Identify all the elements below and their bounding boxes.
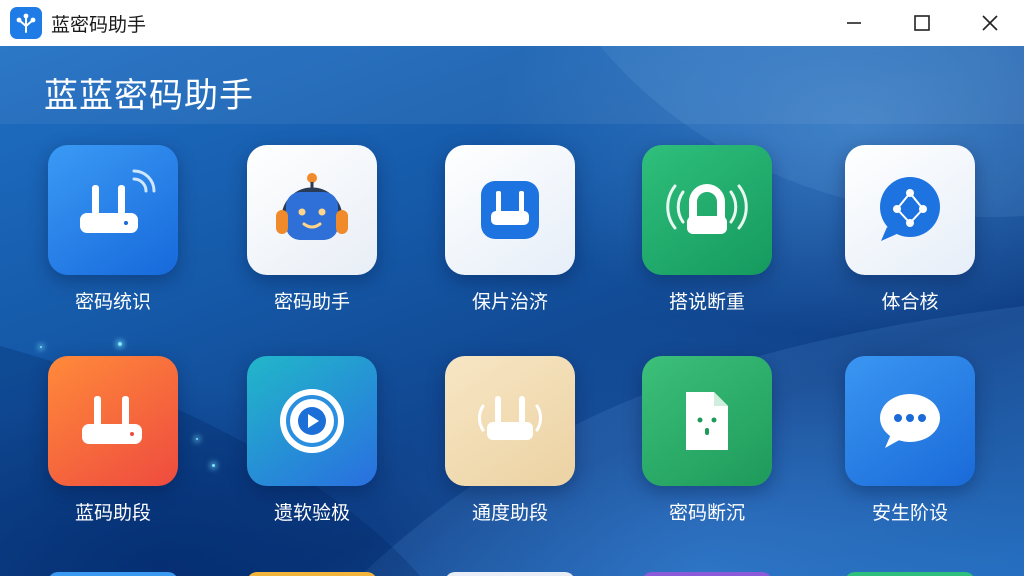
tile-icon-box	[445, 356, 575, 486]
tile-9[interactable]: 密码断沉	[607, 356, 807, 536]
app-window: 蓝密码助手 蓝蓝密码助手 密码统识 密码助手 保片治济 搭说断重 体合核 蓝码助…	[0, 0, 1024, 576]
title-bar: 蓝密码助手	[0, 0, 1024, 46]
network-chat-icon	[880, 177, 940, 241]
tile-icon-box	[845, 356, 975, 486]
router-icon	[478, 396, 542, 440]
sparkle-dot	[118, 342, 122, 346]
tile-2[interactable]: 密码助手	[212, 145, 412, 325]
sparkle-dot	[40, 346, 42, 348]
close-icon	[982, 15, 998, 31]
tile-icon-box	[642, 145, 772, 275]
tile-icon-box	[845, 145, 975, 275]
tile-label: 通度助段	[471, 502, 548, 524]
tile-label: 遗软验极	[273, 502, 350, 524]
router-icon	[481, 181, 539, 239]
router-icon	[82, 396, 142, 444]
tile-label: 密码助手	[273, 291, 350, 313]
minimize-button[interactable]	[820, 0, 888, 46]
tile-icon-box	[445, 145, 575, 275]
tile-icon-box	[247, 356, 377, 486]
minimize-icon	[847, 22, 861, 24]
wifi-camera-icon	[666, 184, 748, 234]
window-title: 蓝密码助手	[51, 13, 147, 36]
tile-10[interactable]: 安生阶设	[810, 356, 1010, 536]
maximize-icon	[914, 15, 930, 31]
tile-label: 蓝码助段	[74, 502, 151, 524]
tile-7[interactable]: 遗软验极	[212, 356, 412, 536]
page-header: 蓝蓝密码助手	[0, 46, 1024, 124]
document-icon	[686, 392, 728, 450]
tile-label: 保片治济	[471, 291, 548, 313]
tile-icon-box	[48, 145, 178, 275]
tile-8[interactable]: 通度助段	[410, 356, 610, 536]
tile-label: 密码统识	[74, 291, 151, 313]
robot-headphones-icon	[276, 173, 348, 240]
play-icon	[280, 389, 344, 453]
maximize-button[interactable]	[888, 0, 956, 46]
tile-5[interactable]: 体合核	[810, 145, 1010, 325]
tile-peek	[642, 572, 772, 576]
router-icon	[80, 169, 156, 233]
tile-icon-box	[642, 356, 772, 486]
tile-label: 安生阶设	[871, 502, 948, 524]
tile-label: 体合核	[881, 291, 939, 313]
tile-icon-box	[48, 356, 178, 486]
app-logo-icon	[10, 7, 42, 39]
chat-bubble-icon	[880, 394, 940, 448]
tile-label: 密码断沉	[668, 502, 745, 524]
tile-peek	[445, 572, 575, 576]
tile-6[interactable]: 蓝码助段	[13, 356, 213, 536]
tile-label: 搭说断重	[668, 291, 745, 313]
tile-peek	[48, 572, 178, 576]
tile-4[interactable]: 搭说断重	[607, 145, 807, 325]
close-button[interactable]	[956, 0, 1024, 46]
window-controls	[820, 0, 1024, 46]
main-panel: 蓝蓝密码助手 密码统识 密码助手 保片治济 搭说断重 体合核 蓝码助段 遗软验极…	[0, 46, 1024, 576]
tile-peek	[845, 572, 975, 576]
tile-1[interactable]: 密码统识	[13, 145, 213, 325]
tile-icon-box	[247, 145, 377, 275]
tile-peek	[247, 572, 377, 576]
tile-3[interactable]: 保片治济	[410, 145, 610, 325]
page-title: 蓝蓝密码助手	[44, 76, 254, 116]
